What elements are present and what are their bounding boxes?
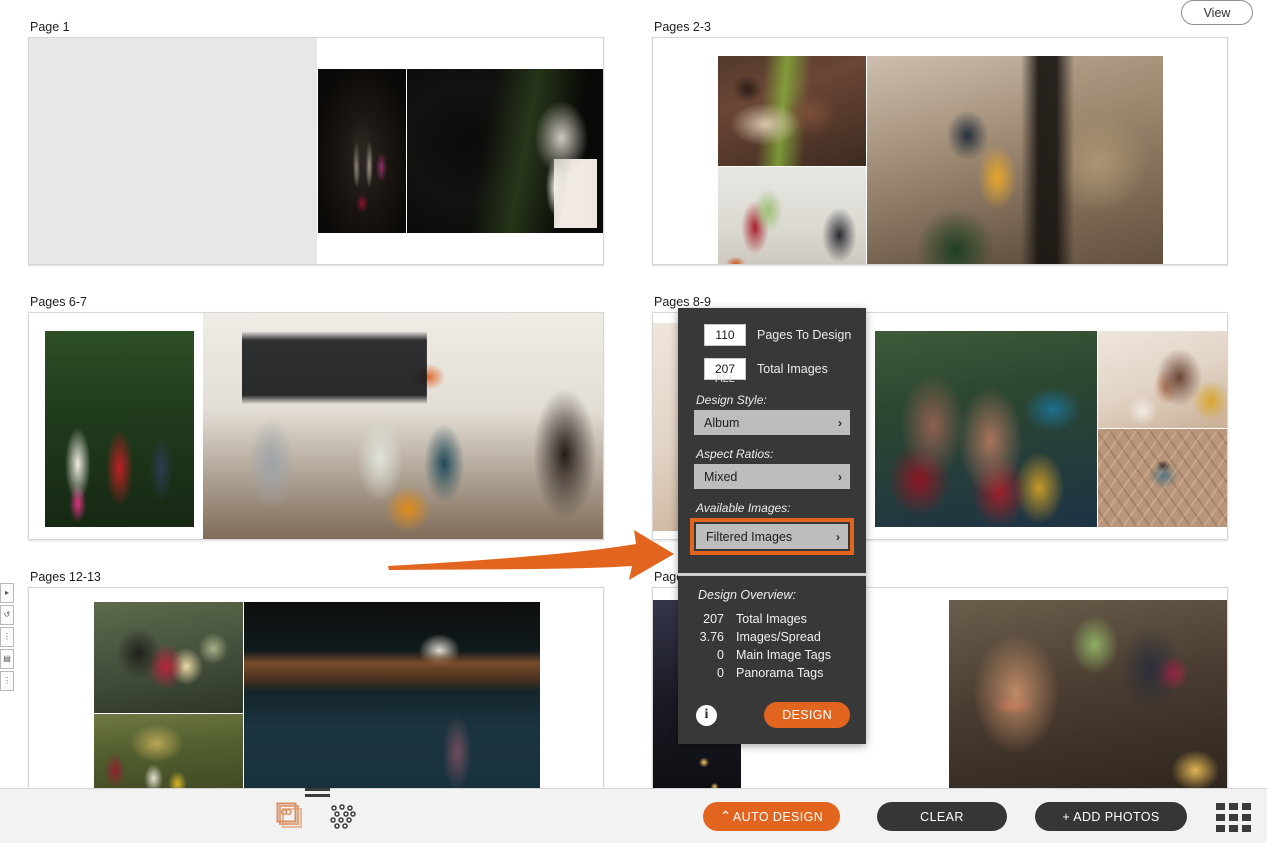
overview-name: Panorama Tags xyxy=(736,666,824,680)
photo-brick-feet[interactable] xyxy=(1098,429,1227,527)
overview-value: 0 xyxy=(717,666,724,680)
available-images-value: Filtered Images xyxy=(706,529,793,544)
spread-canvas[interactable]: Page 1 Pages 2-3 Pages 6-7 Pages 8-9 Pag… xyxy=(0,0,1267,788)
auto-design-caret-icon: ⌃ xyxy=(719,808,732,824)
arrow-right-icon[interactable]: ▸ xyxy=(0,583,14,603)
photo-mehndi-artist[interactable] xyxy=(949,600,1227,788)
bottom-toolbar: ⌃ AUTO DESIGN CLEAR + ADD PHOTOS xyxy=(0,788,1267,843)
spread-label: Page 1 xyxy=(30,20,70,34)
photo-two-women[interactable] xyxy=(875,331,1097,527)
aspect-ratios-group: Aspect Ratios: Mixed › xyxy=(678,447,866,489)
photo-cover-blank[interactable] xyxy=(29,38,317,264)
view-button[interactable]: View xyxy=(1181,0,1253,25)
photo-ganesh-statue[interactable] xyxy=(318,69,406,233)
scatter-grid-icon[interactable] xyxy=(328,802,358,832)
spread-pages-6-7[interactable]: Pages 6-7 xyxy=(28,295,604,540)
more-options-glyph: ⋮ xyxy=(3,676,11,685)
photo-henna-hands[interactable] xyxy=(718,56,866,166)
aspect-ratios-label: Aspect Ratios: xyxy=(696,447,774,461)
design-overview-section: Design Overview: 207 Total Images 3.76 I… xyxy=(678,576,866,696)
rotate-glyph: ↺ xyxy=(3,610,11,619)
panel-drag-handle[interactable] xyxy=(305,788,330,800)
spread-page-surface[interactable] xyxy=(652,37,1228,265)
auto-design-dialog: 110 Pages To Design 207 Total Images ALL… xyxy=(678,308,866,744)
spread-label: Pages 6-7 xyxy=(30,295,87,309)
design-button[interactable]: DESIGN xyxy=(764,702,850,728)
layers-stack-icon[interactable] xyxy=(276,802,306,832)
available-images-select[interactable]: Filtered Images › xyxy=(696,524,848,549)
spread-page-surface[interactable] xyxy=(28,37,604,265)
total-images-label: Total Images xyxy=(757,362,828,376)
overview-name: Total Images xyxy=(736,612,807,626)
aspect-ratios-select[interactable]: Mixed › xyxy=(694,464,850,489)
split-layout-glyph: ▤ xyxy=(3,654,11,663)
total-images-row: 207 Total Images xyxy=(678,358,866,380)
photo-tree-house[interactable] xyxy=(407,69,603,233)
photo-bride-portrait[interactable] xyxy=(1098,331,1227,428)
spread-pages-12-13[interactable]: Pages 12-13 xyxy=(28,570,604,788)
overview-name: Images/Spread xyxy=(736,630,821,644)
chevron-right-icon: › xyxy=(836,529,840,544)
overview-row: 207 Total Images xyxy=(678,612,866,626)
auto-design-button[interactable]: ⌃ AUTO DESIGN xyxy=(703,802,840,831)
pages-to-design-label: Pages To Design xyxy=(757,328,852,342)
photo-haystack-scene[interactable] xyxy=(94,714,243,788)
photo-family-group[interactable] xyxy=(45,331,194,527)
album-designer-app: Page 1 Pages 2-3 Pages 6-7 Pages 8-9 Pag… xyxy=(0,0,1267,843)
vertical-align-icon[interactable]: ⋮ xyxy=(0,627,14,647)
auto-design-label: AUTO DESIGN xyxy=(732,809,824,824)
vertical-align-glyph: ⋮ xyxy=(3,632,11,641)
overview-row: 0 Panorama Tags xyxy=(678,666,866,680)
photo-pool-reflection[interactable] xyxy=(244,602,540,788)
dialog-settings-section: 110 Pages To Design 207 Total Images ALL… xyxy=(678,308,866,573)
pages-to-design-row: 110 Pages To Design xyxy=(678,324,866,346)
photo-living-room-gathering[interactable] xyxy=(203,313,603,539)
annotation-arrow-icon xyxy=(386,528,676,593)
design-style-label: Design Style: xyxy=(696,393,767,407)
overview-row: 3.76 Images/Spread xyxy=(678,630,866,644)
rotate-icon[interactable]: ↺ xyxy=(0,605,14,625)
photo-kitchen-prep[interactable] xyxy=(718,167,866,264)
spread-pages-2-3[interactable]: Pages 2-3 xyxy=(652,20,1228,265)
design-style-value: Album xyxy=(704,415,740,430)
spread-page-1[interactable]: Page 1 xyxy=(28,20,604,265)
available-images-group: Available Images: xyxy=(678,501,866,515)
chevron-right-icon: › xyxy=(838,469,842,484)
design-style-group: Design Style: Album › xyxy=(678,393,866,435)
dialog-footer: i DESIGN xyxy=(678,696,866,744)
add-photos-button[interactable]: + ADD PHOTOS xyxy=(1035,802,1187,831)
spread-label: Pages 2-3 xyxy=(654,20,711,34)
design-style-select[interactable]: Album › xyxy=(694,410,850,435)
left-tool-rail[interactable]: ▸ ↺ ⋮ ▤ ⋮ xyxy=(0,583,14,693)
available-images-label: Available Images: xyxy=(696,501,791,515)
available-images-highlight: Filtered Images › xyxy=(690,518,854,555)
spread-page-surface[interactable] xyxy=(28,312,604,540)
overview-name: Main Image Tags xyxy=(736,648,831,662)
aspect-ratios-value: Mixed xyxy=(704,469,738,484)
chevron-right-icon: › xyxy=(838,415,842,430)
pages-to-design-input[interactable]: 110 xyxy=(704,324,746,346)
overview-row: 0 Main Image Tags xyxy=(678,648,866,662)
photo-couple-outdoor[interactable] xyxy=(94,602,243,713)
overview-value: 0 xyxy=(717,648,724,662)
overview-value: 3.76 xyxy=(699,630,724,644)
clear-button[interactable]: CLEAR xyxy=(877,802,1007,831)
more-options-icon[interactable]: ⋮ xyxy=(0,671,14,691)
split-layout-icon[interactable]: ▤ xyxy=(0,649,14,669)
info-icon[interactable]: i xyxy=(696,704,717,726)
arrow-right-glyph: ▸ xyxy=(4,588,9,597)
spread-label: Pages 8-9 xyxy=(654,295,711,309)
overview-value: 207 xyxy=(703,612,724,626)
photo-living-room-portrait[interactable] xyxy=(867,56,1163,264)
design-overview-title: Design Overview: xyxy=(698,588,796,602)
grid-view-icon[interactable] xyxy=(1216,803,1251,832)
spread-page-surface[interactable] xyxy=(28,587,604,788)
